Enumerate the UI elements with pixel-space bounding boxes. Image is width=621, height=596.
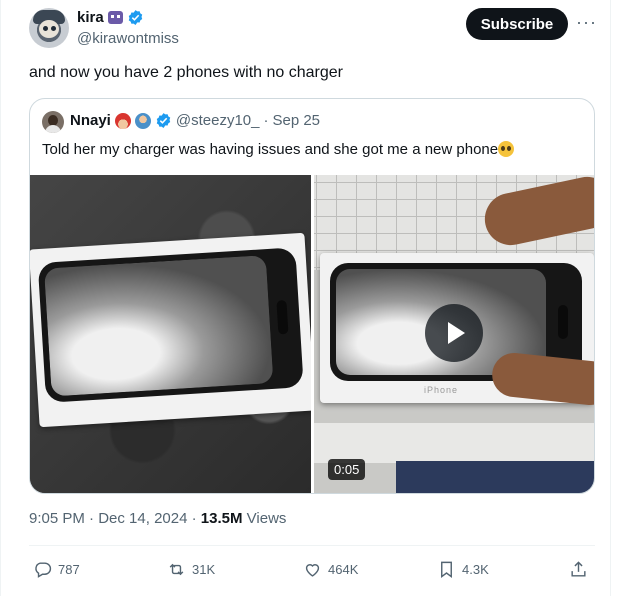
quote-header: Nnayi @steezy10_ · Sep 25: [70, 112, 320, 129]
quote-author-avatar[interactable]: [42, 111, 64, 133]
tweet-text: and now you have 2 phones with no charge…: [29, 64, 343, 81]
reply-button[interactable]: 787: [33, 560, 80, 579]
like-button[interactable]: 464K: [303, 560, 358, 579]
quote-date[interactable]: Sep 25: [272, 112, 320, 129]
views-count: 13.5M: [200, 510, 243, 527]
divider: [29, 545, 595, 546]
action-bar: 787 31K 464K 4.3K: [33, 560, 589, 582]
repost-button[interactable]: 31K: [167, 560, 215, 579]
play-button[interactable]: [425, 304, 483, 362]
share-button[interactable]: [569, 560, 588, 579]
subscribe-button[interactable]: Subscribe: [466, 8, 568, 40]
meta-separator-2: ·: [191, 510, 197, 527]
santa-emoji-icon: [114, 112, 131, 129]
alien-emoji-icon: [107, 11, 123, 24]
author-avatar[interactable]: [29, 8, 69, 48]
tweet-time[interactable]: 9:05 PM: [29, 510, 85, 527]
views-label: Views: [246, 510, 287, 527]
person-emoji-icon: [134, 112, 151, 129]
quote-author-handle[interactable]: @steezy10_: [176, 112, 260, 129]
tweet-card: kira @kirawontmiss Subscribe ··· and now…: [0, 0, 611, 596]
author-name[interactable]: kira: [77, 9, 104, 26]
quoted-tweet[interactable]: Nnayi @steezy10_ · Sep 25 Told her my ch…: [29, 98, 595, 494]
quote-verified-badge-icon: [156, 113, 171, 128]
author-name-row: kira: [77, 9, 144, 26]
repost-icon: [169, 563, 184, 576]
bookmark-button[interactable]: 4.3K: [437, 560, 489, 579]
phone-box-image: [30, 232, 311, 428]
more-options-icon[interactable]: ···: [576, 12, 597, 33]
bookmark-icon: [441, 561, 452, 579]
like-count: 464K: [328, 562, 359, 577]
author-handle[interactable]: @kirawontmiss: [77, 30, 179, 47]
heart-icon: [305, 564, 320, 577]
quote-separator: ·: [263, 112, 269, 129]
meta-separator: ·: [89, 510, 95, 527]
tweet-meta: 9:05 PM · Dec 14, 2024 · 13.5M Views: [29, 510, 286, 527]
reply-count: 787: [58, 562, 80, 577]
quote-text-row: Told her my charger was having issues an…: [42, 141, 515, 158]
box-label: iPhone: [424, 385, 459, 395]
bookmark-count: 4.3K: [462, 562, 489, 577]
pleading-face-emoji-icon: [498, 141, 515, 157]
photo-iphone-box[interactable]: [30, 175, 311, 493]
quote-text: Told her my charger was having issues an…: [42, 141, 499, 158]
play-icon: [448, 322, 465, 344]
video-player[interactable]: iPhone 0:05: [314, 175, 594, 493]
share-icon: [571, 561, 586, 577]
repost-count: 31K: [192, 562, 216, 577]
video-duration: 0:05: [328, 459, 366, 480]
verified-badge-icon: [128, 10, 142, 25]
quote-author-name[interactable]: Nnayi: [70, 112, 111, 129]
tweet-date[interactable]: Dec 14, 2024: [98, 510, 187, 527]
reply-icon: [35, 562, 52, 578]
